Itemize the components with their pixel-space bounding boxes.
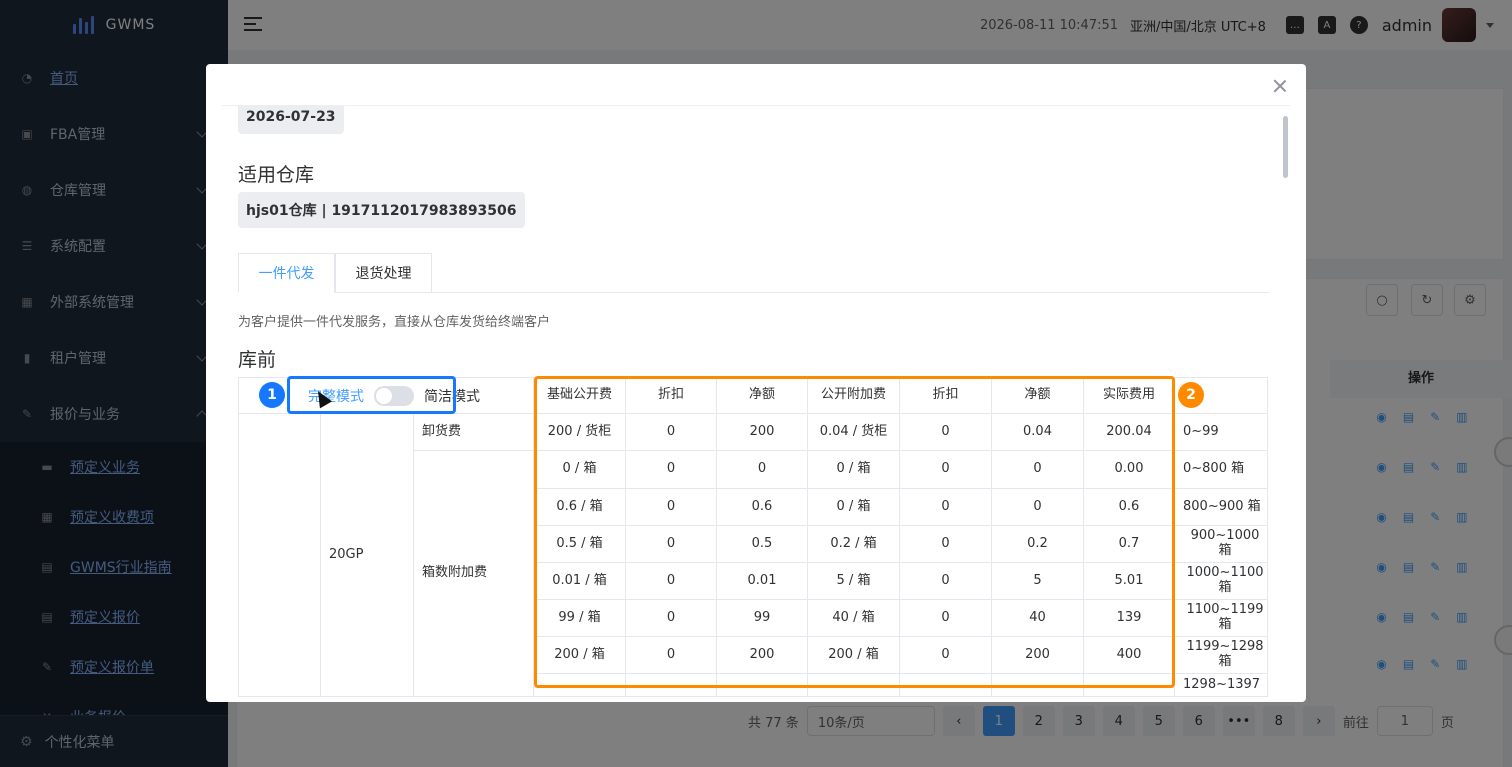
date-tag: 2026-07-23 bbox=[238, 106, 344, 134]
service-description: 为客户提供一件代发服务，直接从仓库发货给终端客户 bbox=[238, 315, 551, 330]
box-fee-label: 箱数附加费 bbox=[414, 451, 534, 697]
quote-detail-dialog: 2026-07-23 适用仓库 hjs01仓库 | 19171120179838… bbox=[206, 64, 1306, 702]
range-cell: 1199~1298 箱 bbox=[1175, 637, 1268, 674]
range-cell: 900~1000 箱 bbox=[1175, 526, 1268, 563]
annotation-box-1 bbox=[287, 376, 456, 414]
service-tabs: 一件代发 退货处理 bbox=[238, 253, 1269, 293]
warehouse-tag: hjs01仓库 | 1917112017983893506 bbox=[238, 192, 525, 228]
tab-returns[interactable]: 退货处理 bbox=[335, 253, 432, 293]
section-title: 库前 bbox=[238, 349, 277, 371]
range-cell: 1298~1397 bbox=[1175, 674, 1268, 697]
range-cell: 0~800 箱 bbox=[1175, 451, 1268, 489]
range-cell: 1000~1100 箱 bbox=[1175, 563, 1268, 600]
range-cell: 0~99 bbox=[1175, 414, 1268, 451]
unload-fee-label: 卸货费 bbox=[414, 414, 534, 451]
pricing-table: 基础公开费 折扣 净额 公开附加费 折扣 净额 实际费用 20GP 卸货费 箱数附加费 200 / … bbox=[238, 376, 1268, 697]
range-cell: 800~900 箱 bbox=[1175, 489, 1268, 526]
container-type-cell: 20GP bbox=[321, 414, 414, 697]
close-icon[interactable] bbox=[1272, 78, 1288, 94]
range-cell: 1100~1199 箱 bbox=[1175, 600, 1268, 637]
tab-dropshipping[interactable]: 一件代发 bbox=[238, 253, 335, 293]
annotation-box-2 bbox=[534, 376, 1175, 688]
warehouse-title: 适用仓库 bbox=[238, 164, 315, 186]
table-blank-column bbox=[238, 414, 321, 697]
dialog-body: 2026-07-23 适用仓库 hjs01仓库 | 19171120179838… bbox=[206, 106, 1306, 702]
annotation-badge-1: 1 bbox=[259, 382, 285, 408]
annotation-badge-2: 2 bbox=[1178, 382, 1204, 408]
